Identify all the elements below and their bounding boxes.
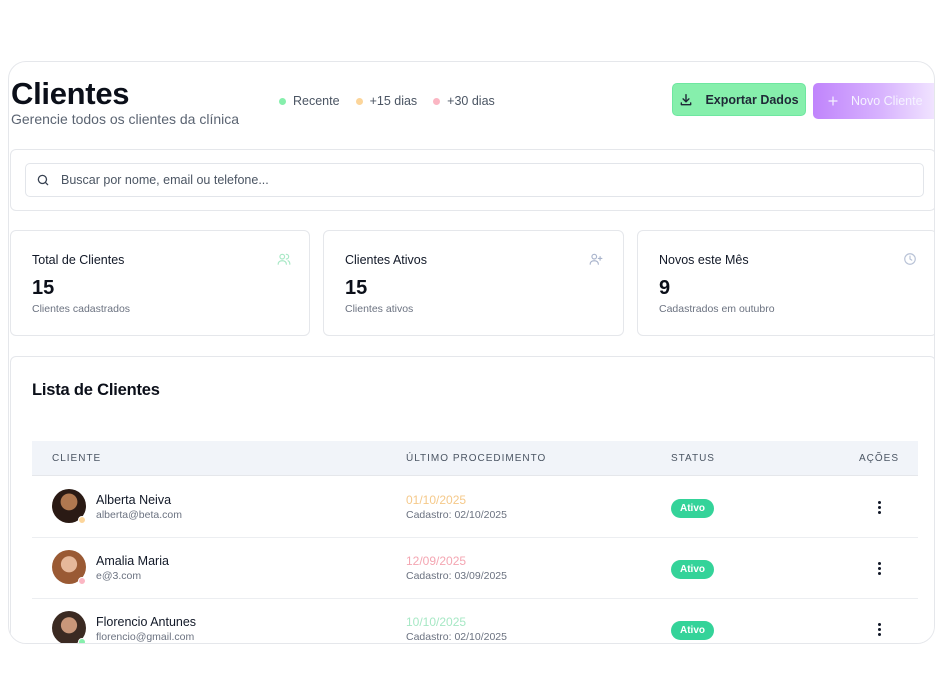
stat-card-new-this-month: Novos este Mês 9 Cadastrados em outubro <box>637 230 934 336</box>
row-actions-button[interactable] <box>872 617 886 641</box>
plus-icon <box>828 96 838 106</box>
client-email: e@3.com <box>96 570 142 582</box>
last-procedure-date: 12/09/2025 <box>406 554 467 568</box>
page-title: Clientes <box>11 76 130 111</box>
stat-card-active-clients: Clientes Ativos 15 Clientes ativos <box>323 230 624 336</box>
kebab-dot <box>877 566 881 570</box>
client-list-card: Lista de Clientes CLIENTE ÚLTIMO PROCEDI… <box>10 356 934 643</box>
recency-dot <box>78 638 86 643</box>
table-header: CLIENTE ÚLTIMO PROCEDIMENTO STATUS AÇÕES <box>32 441 918 476</box>
kebab-dot <box>877 500 881 504</box>
client-email: alberta@beta.com <box>96 509 182 521</box>
column-header-last-procedure: ÚLTIMO PROCEDIMENTO <box>406 453 547 464</box>
table-row[interactable]: Amalia Maria e@3.com 12/09/2025 Cadastro… <box>32 538 918 599</box>
legend-dot <box>355 97 363 105</box>
status-badge: Ativo <box>671 560 714 579</box>
stat-caption: Clientes ativos <box>345 303 414 315</box>
kebab-dot <box>877 627 881 631</box>
search-card <box>10 149 934 211</box>
recency-dot <box>78 516 86 524</box>
clients-page: Clientes Gerencie todos os clientes da c… <box>8 61 935 644</box>
table-row[interactable]: Alberta Neiva alberta@beta.com 01/10/202… <box>32 477 918 538</box>
last-procedure-date: 01/10/2025 <box>406 493 467 507</box>
stat-value: 15 <box>345 277 368 299</box>
stat-card-total-clients: Total de Clientes 15 Clientes cadastrado… <box>10 230 310 336</box>
legend-item-30-days: +30 dias <box>433 94 495 108</box>
column-header-status: STATUS <box>671 453 715 464</box>
row-actions-button[interactable] <box>872 556 886 580</box>
status-badge: Ativo <box>671 499 714 518</box>
client-name: Florencio Antunes <box>96 615 197 629</box>
clock-icon <box>904 253 916 265</box>
legend-label: Recente <box>293 94 340 108</box>
kebab-dot <box>877 622 881 626</box>
client-list-title: Lista de Clientes <box>32 381 160 399</box>
kebab-dot <box>877 510 881 514</box>
legend-item-recent: Recente <box>279 94 340 108</box>
legend-dot <box>279 97 286 105</box>
client-name: Amalia Maria <box>96 554 169 568</box>
table-row[interactable]: Florencio Antunes florencio@gmail.com 10… <box>32 599 918 643</box>
registration-date: Cadastro: 02/10/2025 <box>406 509 507 521</box>
page-subtitle: Gerencie todos os clientes da clínica <box>11 111 240 127</box>
last-procedure-date: 10/10/2025 <box>406 615 467 629</box>
status-badge: Ativo <box>671 621 714 640</box>
legend-item-15-days: +15 dias <box>355 94 418 108</box>
new-client-button[interactable]: Novo Cliente <box>813 83 934 119</box>
search-input[interactable] <box>61 173 901 187</box>
stat-caption: Cadastrados em outubro <box>659 303 775 315</box>
column-header-client: CLIENTE <box>52 453 102 464</box>
registration-date: Cadastro: 03/09/2025 <box>406 570 507 582</box>
kebab-dot <box>877 632 881 636</box>
kebab-dot <box>877 561 881 565</box>
recency-legend: Recente +15 dias +30 dias <box>279 94 495 108</box>
search-icon <box>37 174 49 186</box>
legend-dot <box>433 97 441 105</box>
stat-title: Total de Clientes <box>32 253 125 267</box>
kebab-dot <box>877 505 881 509</box>
stat-caption: Clientes cadastrados <box>32 303 131 315</box>
registration-date: Cadastro: 02/10/2025 <box>406 631 507 643</box>
export-data-button[interactable]: Exportar Dados <box>672 83 806 116</box>
kebab-dot <box>877 571 881 575</box>
stat-title: Novos este Mês <box>659 253 749 267</box>
client-email: florencio@gmail.com <box>96 631 195 643</box>
export-data-label: Exportar Dados <box>705 92 799 107</box>
download-icon <box>681 93 692 105</box>
user-plus-icon <box>589 253 603 265</box>
client-name: Alberta Neiva <box>96 493 172 507</box>
row-actions-button[interactable] <box>872 495 886 519</box>
search-box[interactable] <box>25 163 924 197</box>
recency-dot <box>78 577 86 585</box>
column-header-actions: AÇÕES <box>859 453 900 464</box>
new-client-label: Novo Cliente <box>851 94 923 108</box>
users-icon <box>277 253 291 265</box>
legend-label: +15 dias <box>369 94 418 108</box>
legend-label: +30 dias <box>447 94 495 108</box>
stat-value: 15 <box>32 277 55 299</box>
stat-value: 9 <box>659 277 671 299</box>
stat-title: Clientes Ativos <box>345 253 427 267</box>
